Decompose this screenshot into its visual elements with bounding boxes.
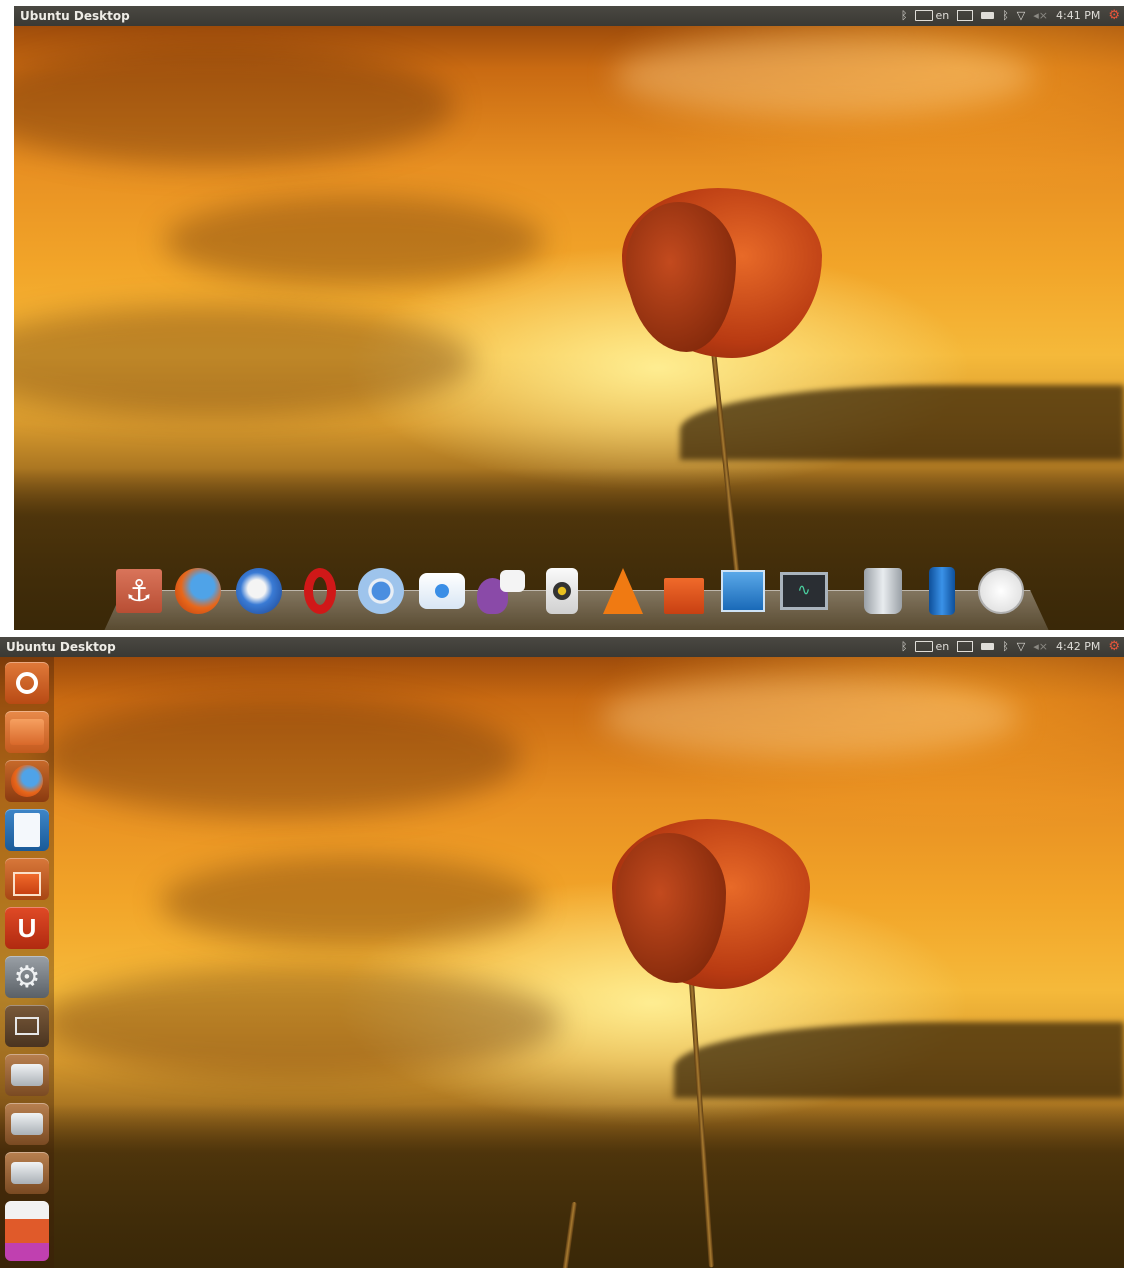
vlc-icon[interactable] bbox=[599, 566, 647, 616]
power-gear-icon[interactable]: ⚙ bbox=[1108, 639, 1120, 654]
wallpaper bbox=[14, 6, 1124, 630]
pidgin-icon[interactable] bbox=[477, 566, 525, 616]
power-gear-icon[interactable]: ⚙ bbox=[1108, 8, 1120, 23]
unity-launcher: U ⚙ bbox=[0, 657, 54, 1268]
mail-icon[interactable] bbox=[957, 10, 974, 21]
bluetooth-icon[interactable]: ᛒ bbox=[901, 9, 908, 22]
volume-muted-icon[interactable]: ◂× bbox=[1033, 640, 1048, 653]
wallpaper bbox=[0, 637, 1124, 1268]
desktop-screen-dock: Ubuntu Desktop ᛒ en ᛒ ▽ ◂× 4:41 PM ⚙ ⚓ ∿ bbox=[14, 6, 1124, 630]
firefox-icon[interactable] bbox=[174, 566, 222, 616]
keyboard-layout-indicator[interactable]: en bbox=[915, 640, 949, 653]
writer-document-icon[interactable] bbox=[5, 809, 49, 851]
system-monitor-icon[interactable] bbox=[719, 566, 767, 616]
bluetooth-icon[interactable]: ᛒ bbox=[1002, 640, 1009, 653]
speaker-icon[interactable] bbox=[538, 566, 586, 616]
system-settings-icon[interactable]: ⚙ bbox=[5, 956, 49, 998]
battery-indicator-icon[interactable] bbox=[981, 12, 995, 19]
chat-bubble-icon[interactable] bbox=[418, 566, 466, 616]
thunderbird-icon[interactable] bbox=[235, 566, 283, 616]
network-icon[interactable]: ▽ bbox=[1017, 9, 1025, 22]
anchor-icon[interactable]: ⚓ bbox=[115, 566, 163, 616]
keyboard-icon bbox=[915, 641, 934, 652]
clock-icon[interactable] bbox=[977, 566, 1025, 616]
opera-icon[interactable] bbox=[296, 566, 344, 616]
drive-icon[interactable] bbox=[5, 1103, 49, 1145]
keyboard-layout-label: en bbox=[935, 9, 950, 22]
terminal-monitor-icon[interactable]: ∿ bbox=[780, 566, 828, 616]
battery-indicator-icon[interactable] bbox=[981, 643, 995, 650]
volume-muted-icon[interactable]: ◂× bbox=[1033, 9, 1048, 22]
software-center-icon[interactable] bbox=[660, 566, 708, 616]
panel-title: Ubuntu Desktop bbox=[20, 9, 130, 23]
panel-title: Ubuntu Desktop bbox=[6, 640, 116, 654]
bluetooth-icon[interactable]: ᛒ bbox=[1002, 9, 1009, 22]
battery-icon[interactable] bbox=[918, 566, 966, 616]
ubuntu-one-icon[interactable]: U bbox=[5, 907, 49, 949]
drive-icon[interactable] bbox=[5, 1152, 49, 1194]
panel-clock[interactable]: 4:42 PM bbox=[1056, 640, 1100, 653]
drive-icon[interactable] bbox=[5, 1054, 49, 1096]
workspace-switcher-icon[interactable] bbox=[5, 1005, 49, 1047]
top-panel: Ubuntu Desktop ᛒ en ᛒ ▽ ◂× 4:41 PM ⚙ bbox=[14, 6, 1124, 26]
firefox-icon[interactable] bbox=[5, 760, 49, 802]
indicator-area: ᛒ en ᛒ ▽ ◂× 4:42 PM ⚙ bbox=[901, 639, 1120, 654]
mail-icon[interactable] bbox=[957, 641, 974, 652]
indicator-area: ᛒ en ᛒ ▽ ◂× 4:41 PM ⚙ bbox=[901, 8, 1120, 23]
panel-clock[interactable]: 4:41 PM bbox=[1056, 9, 1100, 22]
chromium-icon[interactable] bbox=[357, 566, 405, 616]
software-center-icon[interactable] bbox=[5, 858, 49, 900]
desktop-screen-launcher: Ubuntu Desktop ᛒ en ᛒ ▽ ◂× 4:42 PM ⚙ U ⚙ bbox=[0, 637, 1124, 1268]
keyboard-layout-indicator[interactable]: en bbox=[915, 9, 949, 22]
keyboard-layout-label: en bbox=[935, 640, 950, 653]
top-panel: Ubuntu Desktop ᛒ en ᛒ ▽ ◂× 4:42 PM ⚙ bbox=[0, 637, 1124, 657]
usb-installer-icon[interactable] bbox=[5, 1201, 49, 1261]
keyboard-icon bbox=[915, 10, 934, 21]
dash-home-icon[interactable] bbox=[5, 662, 49, 704]
files-folder-icon[interactable] bbox=[5, 711, 49, 753]
trash-icon[interactable] bbox=[859, 566, 907, 616]
bluetooth-icon[interactable]: ᛒ bbox=[901, 640, 908, 653]
ubuntu-one-label: U bbox=[17, 912, 37, 943]
network-icon[interactable]: ▽ bbox=[1017, 640, 1025, 653]
